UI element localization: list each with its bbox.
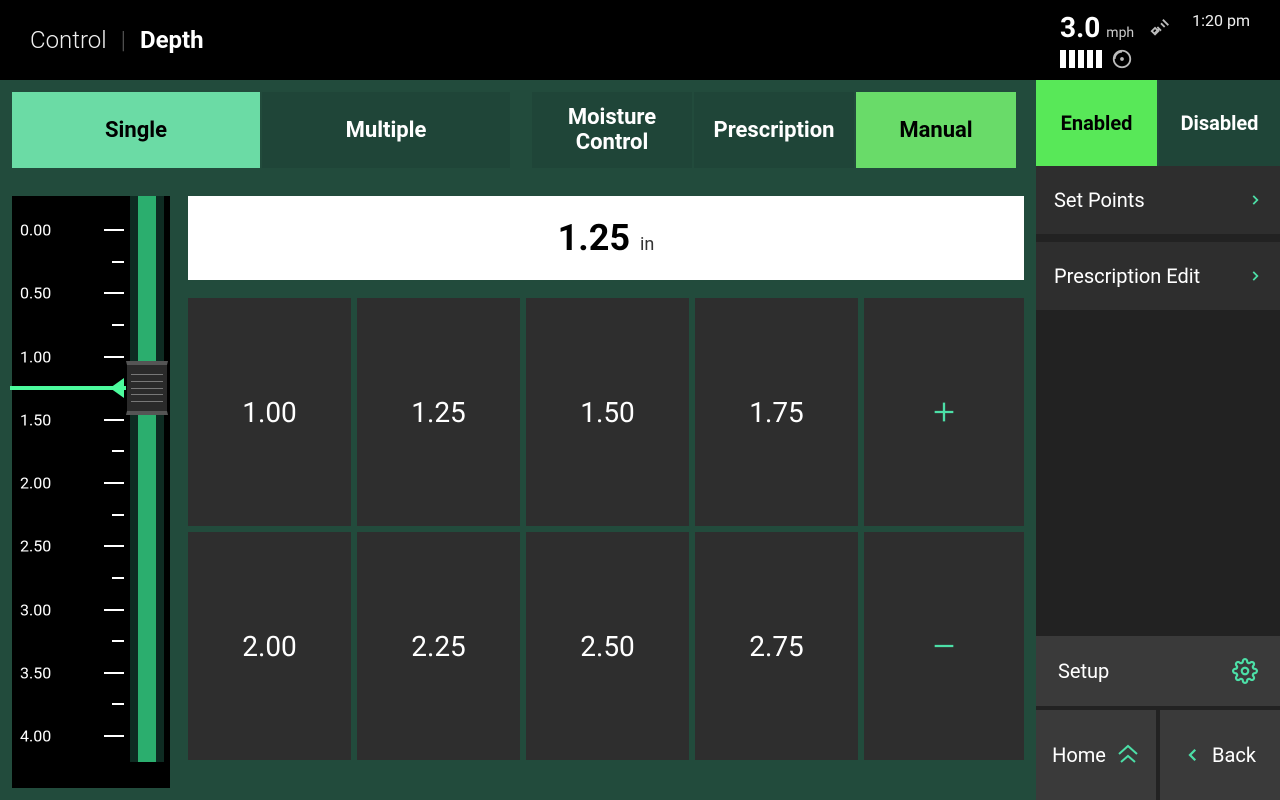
chevron-right-icon <box>1248 190 1262 210</box>
menu-set-points-label: Set Points <box>1054 188 1145 212</box>
clock: 1:20 pm <box>1192 11 1250 30</box>
chevron-right-icon <box>1248 266 1262 286</box>
gauge-tick-label: 4.00 <box>20 727 51 746</box>
enable-toggle: Enabled Disabled <box>1036 80 1280 166</box>
increase-button[interactable] <box>864 298 1024 526</box>
speed-unit: mph <box>1106 25 1134 41</box>
menu-prescription-edit-label: Prescription Edit <box>1054 264 1200 288</box>
tab-single[interactable]: Single <box>12 92 260 168</box>
breadcrumb-separator: | <box>121 26 126 54</box>
decrease-button[interactable] <box>864 532 1024 760</box>
breadcrumb-root: Control <box>30 26 107 54</box>
top-status-bar: Control | Depth 3.0 mph 1:20 pm <box>0 0 1280 80</box>
current-depth-unit: in <box>640 234 654 255</box>
tab-prescription[interactable]: Prescription <box>694 92 854 168</box>
preset-grid: 1.001.251.501.75 2.002.252.502.75 <box>188 298 858 760</box>
preset-button[interactable]: 1.75 <box>695 298 858 526</box>
back-button[interactable]: Back <box>1160 710 1280 800</box>
gauge-tick-label: 0.50 <box>20 284 51 303</box>
tabs-row: Single Multiple Moisture Control Prescri… <box>12 92 1024 168</box>
gauge-tick-label: 0.00 <box>20 221 51 240</box>
setup-label: Setup <box>1058 659 1109 683</box>
disabled-button[interactable]: Disabled <box>1159 80 1280 166</box>
depth-gauge[interactable]: 0.00 0.50 1.00 1.50 2.00 2.50 3.00 3.50 4.00 <box>12 196 170 788</box>
view-tab-group: Single Multiple <box>12 92 510 168</box>
gauge-tick-label: 3.50 <box>20 663 51 682</box>
home-icon <box>1116 743 1140 767</box>
speed-value: 3.0 <box>1060 11 1100 44</box>
tab-manual[interactable]: Manual <box>856 92 1016 168</box>
breadcrumb-current: Depth <box>140 26 204 54</box>
tab-multiple[interactable]: Multiple <box>262 92 510 168</box>
preset-button[interactable]: 2.50 <box>526 532 689 760</box>
status-indicators: 3.0 mph 1:20 pm <box>1060 11 1250 70</box>
menu-prescription-edit[interactable]: Prescription Edit <box>1036 242 1280 318</box>
gauge-tick-label: 2.50 <box>20 537 51 556</box>
setup-button[interactable]: Setup <box>1036 636 1280 710</box>
gauge-tick-label: 1.00 <box>20 347 51 366</box>
enabled-button[interactable]: Enabled <box>1036 80 1157 166</box>
current-depth-value: 1.25 <box>558 196 630 280</box>
gauge-slider-handle[interactable] <box>126 361 168 415</box>
preset-button[interactable]: 2.25 <box>357 532 520 760</box>
speed-block: 3.0 mph <box>1060 11 1172 70</box>
mode-tab-group: Moisture Control Prescription Manual <box>532 92 1016 168</box>
preset-button[interactable]: 1.00 <box>188 298 351 526</box>
preset-button[interactable]: 2.00 <box>188 532 351 760</box>
home-label: Home <box>1052 743 1106 767</box>
gauge-tick-label: 1.50 <box>20 410 51 429</box>
gps-dish-icon <box>1111 48 1133 70</box>
current-depth-display[interactable]: 1.25 in <box>188 196 1024 280</box>
breadcrumb: Control | Depth <box>30 26 204 54</box>
back-label: Back <box>1212 743 1256 767</box>
right-menu-list: Set Points Prescription Edit <box>1036 166 1280 636</box>
preset-button[interactable]: 2.75 <box>695 532 858 760</box>
gear-icon <box>1232 658 1258 684</box>
signal-bars <box>1060 48 1133 70</box>
tab-moisture-control[interactable]: Moisture Control <box>532 92 692 168</box>
satellite-icon <box>1150 16 1172 38</box>
gauge-tick-label: 2.00 <box>20 474 51 493</box>
home-button[interactable]: Home <box>1036 710 1156 800</box>
menu-set-points[interactable]: Set Points <box>1036 166 1280 242</box>
plus-icon <box>930 398 958 426</box>
chevron-left-icon <box>1184 743 1202 767</box>
right-panel: Enabled Disabled Set Points Prescription… <box>1036 80 1280 800</box>
preset-button[interactable]: 1.25 <box>357 298 520 526</box>
minus-icon <box>930 632 958 660</box>
preset-button[interactable]: 1.50 <box>526 298 689 526</box>
gauge-tick-label: 3.00 <box>20 600 51 619</box>
